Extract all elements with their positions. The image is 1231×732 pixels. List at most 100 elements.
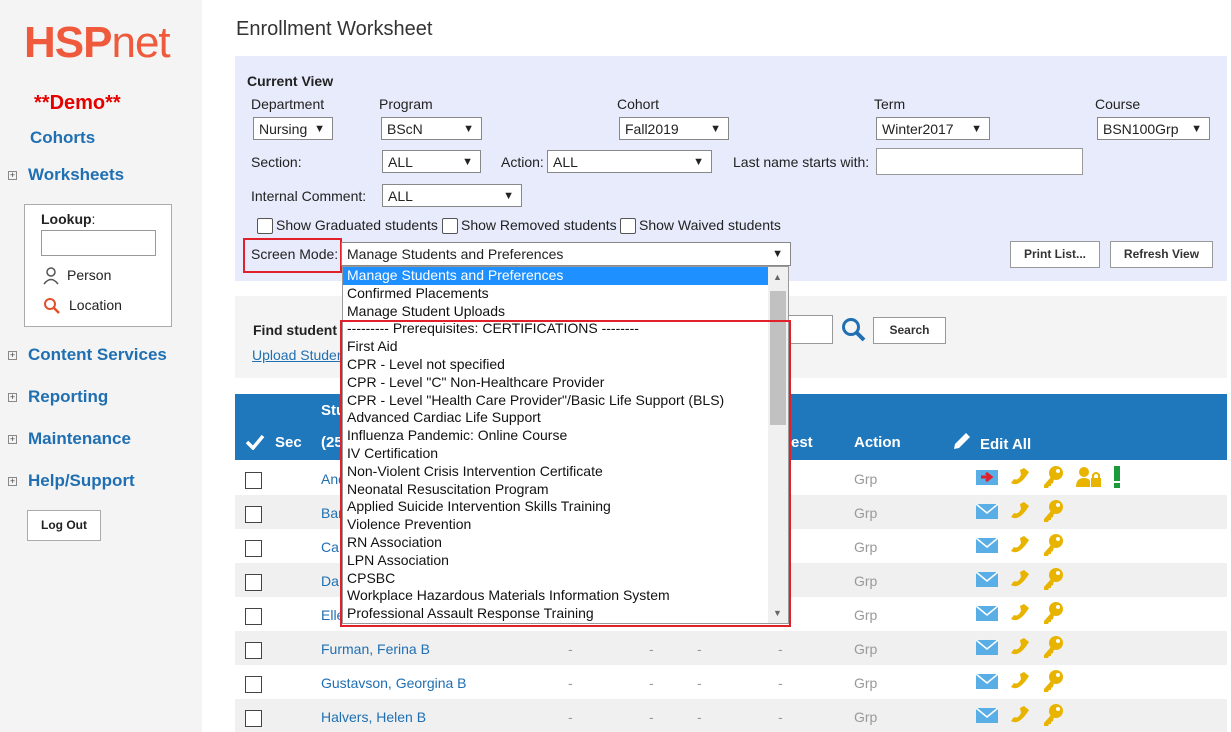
phone-icon[interactable] — [1009, 636, 1031, 658]
alert-exclamation-icon[interactable] — [1113, 465, 1121, 489]
internal-comment-select[interactable]: ALL ▼ — [382, 184, 522, 207]
expand-icon[interactable]: + — [8, 171, 17, 180]
lookup-panel: Lookup: Person Location — [24, 204, 172, 327]
key-icon[interactable] — [1041, 533, 1065, 557]
row-checkbox[interactable] — [245, 574, 262, 591]
student-name-link[interactable]: Ca — [321, 539, 339, 555]
key-icon[interactable] — [1041, 465, 1065, 489]
row-checkbox[interactable] — [245, 608, 262, 625]
sidebar-item-cohorts[interactable]: Cohorts — [30, 128, 95, 148]
email-icon[interactable] — [975, 637, 999, 657]
row-checkbox[interactable] — [245, 642, 262, 659]
term-label: Term — [874, 96, 906, 112]
term-select[interactable]: Winter2017 ▼ — [876, 117, 990, 140]
show-graduated-checkbox[interactable] — [257, 218, 273, 234]
phone-icon[interactable] — [1009, 500, 1031, 522]
department-label: Department — [251, 96, 325, 112]
lookup-person-option[interactable]: Person — [43, 267, 111, 285]
phone-icon[interactable] — [1009, 670, 1031, 692]
phone-icon[interactable] — [1009, 466, 1031, 488]
sidebar: HSPnet **Demo** Cohorts + Worksheets Loo… — [0, 0, 202, 732]
key-icon[interactable] — [1041, 499, 1065, 523]
action-select[interactable]: ALL ▼ — [547, 150, 712, 173]
email-icon[interactable] — [975, 705, 999, 725]
key-icon[interactable] — [1041, 567, 1065, 591]
key-icon[interactable] — [1041, 635, 1065, 659]
expand-icon[interactable]: + — [8, 393, 17, 402]
expand-icon[interactable]: + — [8, 435, 17, 444]
row-value: - — [697, 709, 702, 725]
pencil-icon — [954, 433, 970, 449]
sidebar-item-reporting[interactable]: Reporting — [28, 387, 108, 407]
dropdown-option[interactable]: Manage Students and Preferences — [343, 267, 788, 285]
user-lock-icon[interactable] — [1075, 466, 1103, 488]
screen-mode-select[interactable]: Manage Students and Preferences ▼ — [341, 242, 791, 266]
student-name-link[interactable]: Furman, Ferina B — [321, 641, 430, 657]
section-select[interactable]: ALL ▼ — [382, 150, 481, 173]
dropdown-option[interactable]: Confirmed Placements — [343, 285, 788, 303]
email-forward-icon[interactable] — [975, 467, 999, 487]
show-removed-checkbox[interactable] — [442, 218, 458, 234]
col-sec[interactable]: Sec — [275, 434, 302, 451]
lastname-input[interactable] — [876, 148, 1083, 175]
row-checkbox[interactable] — [245, 472, 262, 489]
col-request[interactable]: est — [791, 434, 813, 451]
print-list-button[interactable]: Print List... — [1010, 241, 1100, 268]
check-all-icon[interactable] — [245, 434, 265, 450]
col-action[interactable]: Action — [854, 434, 901, 451]
action-label: Action: — [501, 154, 544, 170]
cohort-select[interactable]: Fall2019 ▼ — [619, 117, 729, 140]
email-icon[interactable] — [975, 501, 999, 521]
phone-icon[interactable] — [1009, 704, 1031, 726]
sidebar-item-worksheets[interactable]: Worksheets — [28, 165, 124, 185]
course-select[interactable]: BSN100Grp ▼ — [1097, 117, 1210, 140]
internal-comment-label: Internal Comment: — [251, 188, 367, 204]
email-icon[interactable] — [975, 535, 999, 555]
student-name-link[interactable]: Gustavson, Georgina B — [321, 675, 467, 691]
row-checkbox[interactable] — [245, 710, 262, 727]
show-waived-checkbox[interactable] — [620, 218, 636, 234]
sidebar-item-help[interactable]: Help/Support — [28, 471, 135, 491]
program-label: Program — [379, 96, 433, 112]
show-waived-label: Show Waived students — [639, 217, 781, 233]
dropdown-option[interactable]: Manage Student Uploads — [343, 303, 788, 321]
hspnet-logo[interactable]: HSPnet — [24, 18, 171, 68]
phone-icon[interactable] — [1009, 602, 1031, 624]
edit-all-link[interactable]: Edit All — [980, 436, 1031, 453]
lookup-location-option[interactable]: Location — [43, 297, 122, 315]
show-removed-label: Show Removed students — [461, 217, 617, 233]
search-button[interactable]: Search — [873, 317, 946, 344]
student-name-link[interactable]: Da — [321, 573, 339, 589]
row-action: Grp — [854, 573, 878, 589]
email-icon[interactable] — [975, 603, 999, 623]
row-checkbox[interactable] — [245, 540, 262, 557]
row-action: Grp — [854, 505, 878, 521]
row-checkbox[interactable] — [245, 676, 262, 693]
person-icon — [43, 267, 59, 285]
sidebar-item-maintenance[interactable]: Maintenance — [28, 429, 131, 449]
department-select[interactable]: Nursing ▼ — [253, 117, 333, 140]
logout-button[interactable]: Log Out — [27, 510, 101, 541]
email-icon[interactable] — [975, 569, 999, 589]
cohort-label: Cohort — [617, 96, 660, 112]
key-icon[interactable] — [1041, 601, 1065, 625]
phone-icon[interactable] — [1009, 568, 1031, 590]
email-icon[interactable] — [975, 671, 999, 691]
program-select[interactable]: BScN ▼ — [381, 117, 482, 140]
phone-icon[interactable] — [1009, 534, 1031, 556]
row-value: - — [649, 709, 654, 725]
sidebar-item-content-services[interactable]: Content Services — [28, 345, 167, 365]
expand-icon[interactable]: + — [8, 351, 17, 360]
key-icon[interactable] — [1041, 669, 1065, 693]
row-checkbox[interactable] — [245, 506, 262, 523]
search-icon[interactable] — [841, 317, 867, 343]
key-icon[interactable] — [1041, 703, 1065, 727]
refresh-view-button[interactable]: Refresh View — [1110, 241, 1213, 268]
row-action: Grp — [854, 607, 878, 623]
student-name-link[interactable]: Halvers, Helen B — [321, 709, 426, 725]
scroll-up-icon[interactable]: ▲ — [773, 272, 782, 282]
find-student-label: Find student f — [253, 322, 346, 338]
upload-student-link[interactable]: Upload Studen — [252, 347, 345, 363]
expand-icon[interactable]: + — [8, 477, 17, 486]
lookup-input[interactable] — [41, 230, 156, 256]
